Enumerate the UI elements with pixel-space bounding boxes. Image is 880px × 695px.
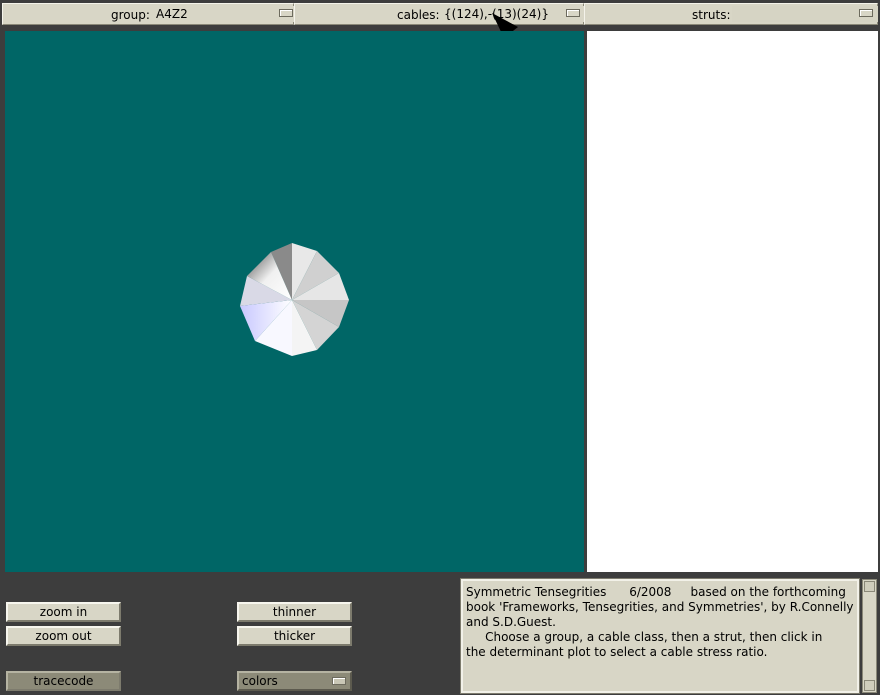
info-textarea[interactable]: Symmetric Tensegrities 6/2008 based on t…	[460, 578, 860, 694]
struts-label: struts:	[692, 8, 731, 22]
thicker-button[interactable]: thicker	[237, 626, 352, 646]
info-scrollbar[interactable]	[862, 579, 877, 693]
scroll-down-icon[interactable]	[864, 680, 875, 691]
determinant-plot[interactable]	[587, 31, 878, 572]
colors-dropdown-icon[interactable]	[332, 677, 346, 685]
cables-label: cables:	[397, 8, 440, 22]
cables-dropdown-icon[interactable]	[566, 9, 580, 17]
group-selector[interactable]: group: A4Z2	[2, 3, 296, 25]
struts-selector[interactable]: struts:	[584, 3, 878, 25]
struts-select[interactable]	[732, 6, 878, 22]
group-value: A4Z2	[156, 7, 188, 21]
colors-dropdown[interactable]: colors	[237, 671, 352, 691]
colors-dropdown-value: colors	[242, 674, 278, 688]
group-select[interactable]: A4Z2	[153, 6, 296, 22]
tracecode-button[interactable]: tracecode	[6, 671, 121, 691]
group-label: group:	[111, 8, 150, 22]
thinner-button[interactable]: thinner	[237, 602, 352, 622]
3d-viewport[interactable]	[5, 31, 584, 572]
zoom-out-button[interactable]: zoom out	[6, 626, 121, 646]
group-dropdown-icon[interactable]	[279, 9, 293, 17]
scroll-up-icon[interactable]	[864, 581, 875, 592]
octagon-solid-icon	[240, 243, 349, 356]
top-toolbar: group: A4Z2 cables: {(124),-(13)(24)} st…	[0, 0, 880, 29]
struts-dropdown-icon[interactable]	[859, 9, 873, 17]
zoom-in-button[interactable]: zoom in	[6, 602, 121, 622]
